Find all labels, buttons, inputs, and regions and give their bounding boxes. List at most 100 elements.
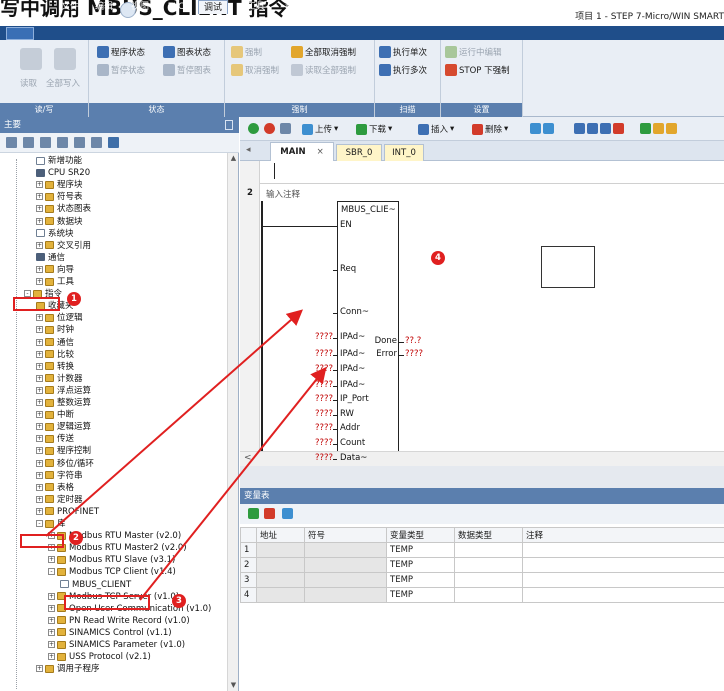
tree-item[interactable]: + USS Protocol (v2.1) [48,652,151,663]
var-table-column-header[interactable]: 注释 [522,527,724,543]
pause-status-button[interactable]: 暂停状态 [97,64,145,76]
insert-row-icon[interactable] [248,508,259,519]
table-cell[interactable] [454,572,523,588]
tab-int0[interactable]: INT_0 [384,144,424,161]
tree-item[interactable]: + 符号表 [36,192,83,203]
expand-icon[interactable]: + [36,507,43,515]
upload-button[interactable]: 上传 ▾ [302,123,338,135]
expand-icon[interactable]: + [36,483,43,491]
unforce-all-button[interactable]: 全部取消强制 [291,46,356,58]
expand-icon[interactable]: + [36,205,43,213]
block-input-value[interactable]: ???? [309,380,333,390]
table-cell[interactable] [304,542,387,558]
tree-scrollbar[interactable]: ▲ ▼ [227,153,238,691]
table-row[interactable]: 1 TEMP [240,542,724,558]
collapse-icon[interactable]: - [48,568,55,576]
table-cell[interactable] [304,587,387,603]
tree-item[interactable]: + 向导 [36,265,74,276]
expand-icon[interactable]: + [36,350,43,358]
scroll-up-icon[interactable]: ▲ [228,153,239,164]
tree-item[interactable]: 新增功能 [36,156,82,167]
table-cell[interactable] [256,542,305,558]
tab-tools[interactable]: 工具 [244,0,268,14]
tree-tool-icon-2[interactable] [23,137,34,148]
tree-item[interactable]: + 整数运算 [36,398,91,409]
block-input-value[interactable]: ???? [309,394,333,404]
tree-item[interactable]: + PN Read Write Record (v1.0) [48,616,190,627]
table-cell[interactable]: TEMP [386,542,455,558]
table-cell[interactable] [522,572,724,588]
var-table-column-header[interactable]: 数据类型 [454,527,523,543]
block-input-value[interactable]: ???? [309,364,333,374]
table-cell[interactable] [454,557,523,573]
tree-item[interactable]: + Modbus RTU Master (v2.0) [48,531,181,542]
delete-row-icon[interactable] [264,508,275,519]
bookmark-button[interactable] [530,123,554,134]
tree-tool-icon-5[interactable] [74,137,85,148]
table-cell[interactable]: TEMP [386,557,455,573]
tree-item[interactable]: + SINAMICS Control (v1.1) [48,628,172,639]
tree-item[interactable]: + 逻辑运算 [36,422,91,433]
expand-icon[interactable]: + [36,278,43,285]
read-button[interactable]: 读取 [20,77,37,89]
tree-tool-icon-7[interactable] [108,137,119,148]
expand-icon[interactable]: + [36,435,43,443]
pin-icon[interactable] [225,120,233,130]
block-output-value[interactable]: ???? [405,349,423,359]
var-table-column-header[interactable]: 符号 [304,527,387,543]
tree-item[interactable]: + Modbus RTU Slave (v3.1) [48,555,175,566]
tree-item[interactable]: + 字符串 [36,471,83,482]
table-cell[interactable] [304,572,387,588]
expand-icon[interactable]: + [48,628,55,636]
block-input-value[interactable]: ???? [309,409,333,419]
pause-chart-button[interactable]: 暂停图表 [163,64,211,76]
tree-item[interactable]: -库 [36,519,66,530]
pane-splitter[interactable] [240,466,724,488]
tab-sbr0[interactable]: SBR_0 [336,144,382,161]
tree-tool-icon-6[interactable] [91,137,102,148]
expand-icon[interactable]: + [36,495,43,503]
var-table-column-header[interactable]: 变量类型 [386,527,455,543]
delete-button[interactable]: 删除 ▾ [472,123,508,135]
scroll-down-icon[interactable]: ▼ [228,680,239,691]
tree-item[interactable]: + 传送 [36,434,74,445]
tree-item[interactable]: + 程序块 [36,180,83,191]
expand-icon[interactable]: + [36,399,43,406]
close-icon[interactable]: × [317,147,324,157]
expand-icon[interactable]: + [36,193,43,201]
block-input-value[interactable]: ???? [309,332,333,342]
run-button[interactable] [248,123,259,134]
tree-item[interactable]: + 数据块 [36,217,83,228]
ladder-tools[interactable] [574,123,624,134]
expand-icon[interactable]: + [36,314,43,322]
tree-item[interactable]: CPU SR20 [36,168,90,179]
write-all-button[interactable]: 全部写入 [46,77,80,89]
expand-icon[interactable]: + [36,326,43,334]
table-cell[interactable]: TEMP [386,572,455,588]
compile-button[interactable] [280,123,291,134]
expand-icon[interactable]: + [36,338,43,346]
tree-item[interactable]: + 移位/循环 [36,459,94,470]
expand-icon[interactable]: + [36,423,43,431]
table-row[interactable]: 3 TEMP [240,572,724,588]
tree-item[interactable]: + 中断 [36,410,74,421]
expand-icon[interactable]: + [36,374,43,382]
table-cell[interactable] [256,572,305,588]
branch-tools[interactable] [640,123,677,134]
expand-icon[interactable]: + [36,665,43,673]
single-scan-button[interactable]: 执行单次 [379,46,427,58]
chart-status-button[interactable]: 图表状态 [163,46,211,58]
tree-item[interactable]: + 状态图表 [36,204,91,215]
tree-item[interactable]: + 交叉引用 [36,241,91,252]
expand-icon[interactable]: + [48,616,55,624]
tree-tool-icon-1[interactable] [6,137,17,148]
insert-button[interactable]: 插入 ▾ [418,123,454,135]
mbus-client-block[interactable]: MBUS_CLIE~ [337,201,399,459]
expand-icon[interactable]: + [48,641,55,648]
tree-item[interactable]: + 工具 [36,277,74,288]
tree-item[interactable]: + 浮点运算 [36,386,91,397]
tree-item[interactable]: + 程序控制 [36,446,91,457]
expand-icon[interactable]: + [36,217,43,225]
expand-icon[interactable]: + [48,653,55,661]
program-status-button[interactable]: 程序状态 [97,46,145,58]
